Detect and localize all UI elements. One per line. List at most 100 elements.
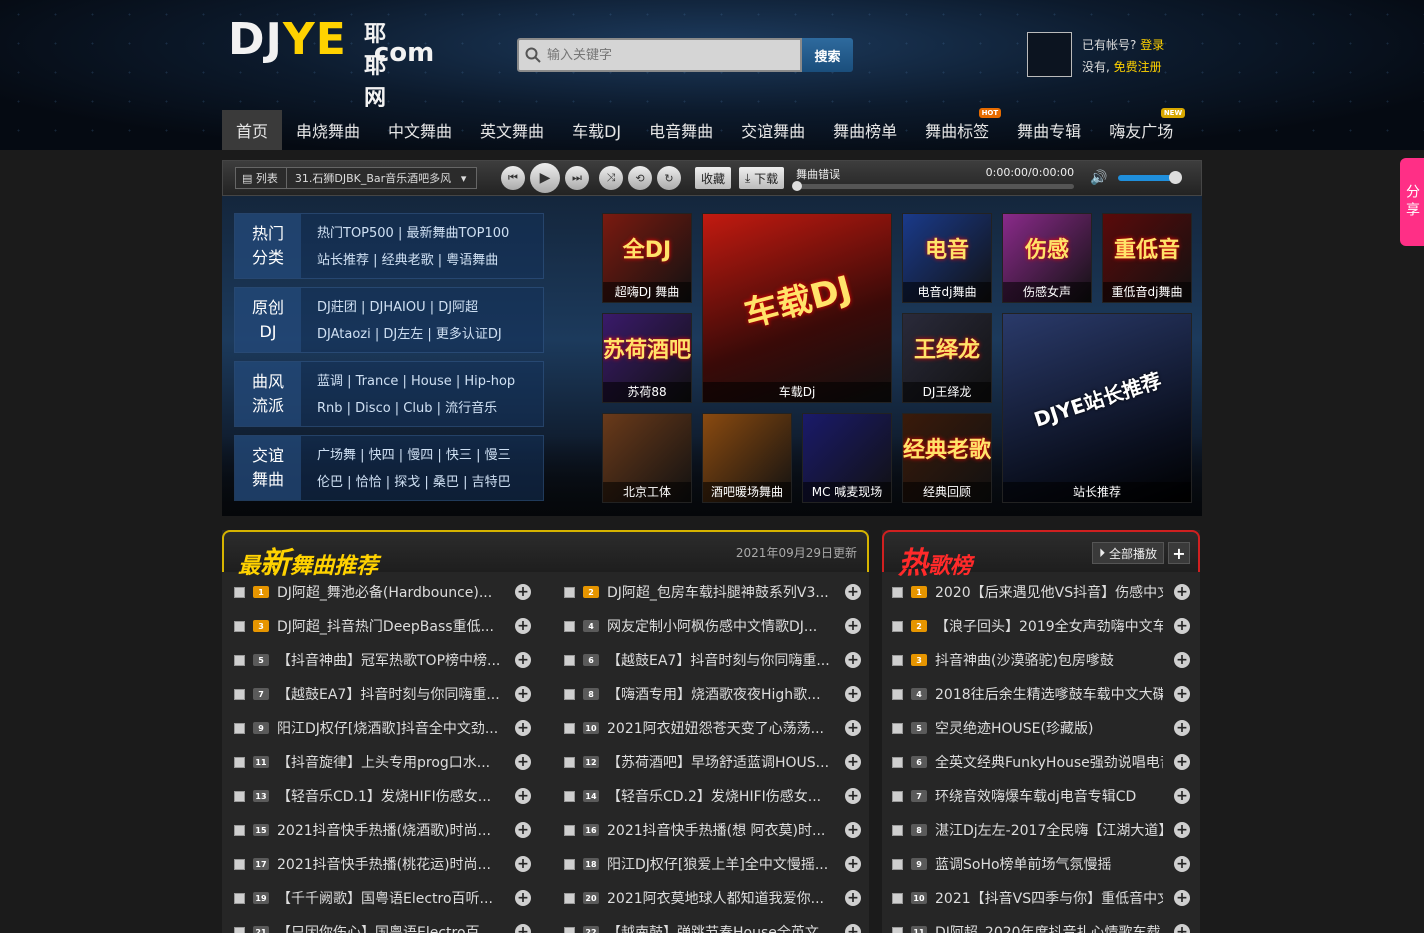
song-title[interactable]: 【抖音神曲】冠军热歌TOP榜中榜... (277, 650, 504, 670)
song-row[interactable]: 18 阳江DJ权仔[狼爱上羊]全中文慢摇... + (564, 847, 861, 881)
song-row[interactable]: 4 网友定制小阿枫伤感中文情歌DJ... + (564, 609, 861, 643)
song-title[interactable]: 【浪子回头】2019全女声劲嗨中文车... (935, 616, 1163, 636)
song-checkbox[interactable] (564, 790, 575, 802)
add-to-list-button[interactable]: + (515, 754, 531, 770)
nav-item[interactable]: 中文舞曲 (374, 110, 466, 150)
song-title[interactable]: 【嗨酒专用】烧酒歌夜夜High歌... (607, 684, 834, 704)
site-logo[interactable]: DJYE 耶耶网 .com (228, 18, 434, 112)
song-title[interactable]: 2021【抖音VS四季与你】重低音中文... (935, 888, 1163, 908)
song-title[interactable]: 【千千阙歌】国粤语Electro百听... (277, 888, 504, 908)
song-row[interactable]: 6 【越鼓EA7】抖音时刻与你同嗨重... + (564, 643, 861, 677)
add-to-list-button[interactable]: + (515, 822, 531, 838)
song-title[interactable]: 2020【后来遇见他VS抖音】伤感中文... (935, 582, 1163, 602)
song-title[interactable]: 2021抖音快手热播(烧酒歌)时尚... (277, 820, 504, 840)
song-title[interactable]: 【轻音乐CD.1】发烧HIFI伤感女... (277, 786, 504, 806)
category-tile[interactable]: MC 喊麦现场 (802, 413, 892, 503)
song-row[interactable]: 3 DJ阿超_抖音热门DeepBass重低... + (234, 609, 531, 643)
song-checkbox[interactable] (564, 926, 575, 933)
add-to-list-button[interactable]: + (515, 856, 531, 872)
song-title[interactable]: 【越鼓EA7】抖音时刻与你同嗨重... (277, 684, 504, 704)
add-all-button[interactable]: + (1168, 542, 1190, 564)
category-title[interactable]: 曲风 流派 (235, 362, 301, 426)
featured-recommend-tile[interactable]: DJYE站长推荐 站长推荐 (1002, 313, 1192, 503)
add-to-list-button[interactable]: + (845, 890, 861, 906)
progress-handle[interactable] (792, 181, 803, 191)
add-to-list-button[interactable]: + (1174, 924, 1190, 933)
add-to-list-button[interactable]: + (515, 652, 531, 668)
song-title[interactable]: 2021阿衣妞妞怨苍天变了心荡荡... (607, 718, 834, 738)
shuffle-button[interactable]: ⤨ (599, 166, 623, 190)
category-tile[interactable]: 全DJ 超嗨DJ 舞曲 (602, 213, 692, 303)
nav-item[interactable]: 嗨友广场 NEW (1095, 108, 1187, 150)
song-checkbox[interactable] (234, 620, 245, 632)
song-title[interactable]: 阳江DJ权仔[狼爱上羊]全中文慢摇... (607, 854, 834, 874)
featured-car-tile[interactable]: 车载DJ 车载Dj (702, 213, 892, 403)
song-row[interactable]: 14 【轻音乐CD.2】发烧HIFI伤感女... + (564, 779, 861, 813)
song-checkbox[interactable] (564, 858, 575, 870)
add-to-list-button[interactable]: + (515, 584, 531, 600)
song-title[interactable]: 全英文经典FunkyHouse强劲说唱电音... (935, 752, 1163, 772)
loop-one-button[interactable]: ↻ (657, 166, 681, 190)
song-row[interactable]: 17 2021抖音快手热播(桃花运)时尚... + (234, 847, 531, 881)
song-checkbox[interactable] (564, 620, 575, 632)
previous-button[interactable]: ⏮ (501, 166, 525, 190)
category-tile[interactable]: 王绎龙 DJ王绎龙 (902, 313, 992, 403)
add-to-list-button[interactable]: + (1174, 890, 1190, 906)
song-row[interactable]: 9 蓝调SoHo榜单前场气氛慢摇 + (892, 847, 1190, 881)
add-to-list-button[interactable]: + (845, 856, 861, 872)
volume-icon[interactable]: 🔊 (1090, 170, 1107, 186)
song-row[interactable]: 12 【苏荷酒吧】早场舒适蓝调HOUS... + (564, 745, 861, 779)
song-title[interactable]: 2021阿衣莫地球人都知道我爱你... (607, 888, 834, 908)
song-row[interactable]: 9 阳江DJ权仔[烧酒歌]抖音全中文劲... + (234, 711, 531, 745)
song-checkbox[interactable] (892, 654, 903, 666)
song-checkbox[interactable] (892, 892, 903, 904)
add-to-list-button[interactable]: + (1174, 822, 1190, 838)
song-checkbox[interactable] (234, 824, 245, 836)
category-title[interactable]: 原创 DJ (235, 288, 301, 352)
nav-item[interactable]: 交谊舞曲 (727, 110, 819, 150)
song-title[interactable]: 【越南鼓】弹跳节奏House全英文... (607, 922, 834, 933)
song-title[interactable]: 2018往后余生精选嗲鼓车载中文大碟-... (935, 684, 1163, 704)
nav-item[interactable]: 舞曲标签 HOT (911, 108, 1003, 150)
song-checkbox[interactable] (892, 790, 903, 802)
repeat-button[interactable]: ⟲ (628, 166, 652, 190)
song-checkbox[interactable] (564, 586, 575, 598)
add-to-list-button[interactable]: + (845, 822, 861, 838)
category-links[interactable]: 蓝调 | Trance | House | Hip-hop Rnb | Disco… (301, 362, 515, 426)
song-checkbox[interactable] (892, 722, 903, 734)
category-tile[interactable]: 伤感 伤感女声 (1002, 213, 1092, 303)
add-to-list-button[interactable]: + (1174, 754, 1190, 770)
category-links[interactable]: DJ莊团 | DJHAIOU | DJ阿超 DJAtaozi | DJ左左 | 更… (301, 288, 502, 352)
category-links[interactable]: 广场舞 | 快四 | 慢四 | 快三 | 慢三 伦巴 | 恰恰 | 探戈 | 桑巴… (301, 436, 511, 500)
song-title[interactable]: DJ阿超_包房车载抖腿神鼓系列V3... (607, 582, 834, 602)
share-button[interactable]: 分享 (1400, 158, 1424, 246)
song-title[interactable]: 蓝调SoHo榜单前场气氛慢摇 (935, 854, 1163, 874)
song-title[interactable]: 抖音神曲(沙漠骆驼)包房嗲鼓 (935, 650, 1163, 670)
song-row[interactable]: 5 空灵绝迹HOUSE(珍藏版) + (892, 711, 1190, 745)
add-to-list-button[interactable]: + (1174, 618, 1190, 634)
playlist-select[interactable]: ▤ 列表 31.石狮DJBK_Bar音乐酒吧多风 ▾ (235, 167, 477, 189)
category-tile[interactable]: 经典老歌 经典回顾 (902, 413, 992, 503)
add-to-list-button[interactable]: + (1174, 584, 1190, 600)
category-title[interactable]: 交谊 舞曲 (235, 436, 301, 500)
song-checkbox[interactable] (234, 756, 245, 768)
collect-button[interactable]: 收藏 (695, 167, 732, 189)
play-button[interactable]: ▶ (530, 163, 560, 193)
song-checkbox[interactable] (234, 654, 245, 666)
song-title[interactable]: DJ阿超_舞池必备(Hardbounce)... (277, 582, 504, 602)
category-tile[interactable]: 北京工体 (602, 413, 692, 503)
add-to-list-button[interactable]: + (845, 788, 861, 804)
song-row[interactable]: 7 环绕音效嗨爆车载dj电音专辑CD + (892, 779, 1190, 813)
song-row[interactable]: 2 【浪子回头】2019全女声劲嗨中文车... + (892, 609, 1190, 643)
song-title[interactable]: 2021抖音快手热播(想 阿衣莫)时... (607, 820, 834, 840)
add-to-list-button[interactable]: + (1174, 720, 1190, 736)
song-row[interactable]: 20 2021阿衣莫地球人都知道我爱你... + (564, 881, 861, 915)
add-to-list-button[interactable]: + (1174, 788, 1190, 804)
add-to-list-button[interactable]: + (515, 788, 531, 804)
song-checkbox[interactable] (234, 926, 245, 933)
nav-item[interactable]: 串烧舞曲 (282, 110, 374, 150)
category-links[interactable]: 热门TOP500 | 最新舞曲TOP100 站长推荐 | 经典老歌 | 粤语舞曲 (301, 214, 509, 278)
volume-slider[interactable] (1117, 171, 1183, 184)
song-checkbox[interactable] (564, 654, 575, 666)
song-title[interactable]: 【抖音旋律】上头专用prog口水... (277, 752, 504, 772)
